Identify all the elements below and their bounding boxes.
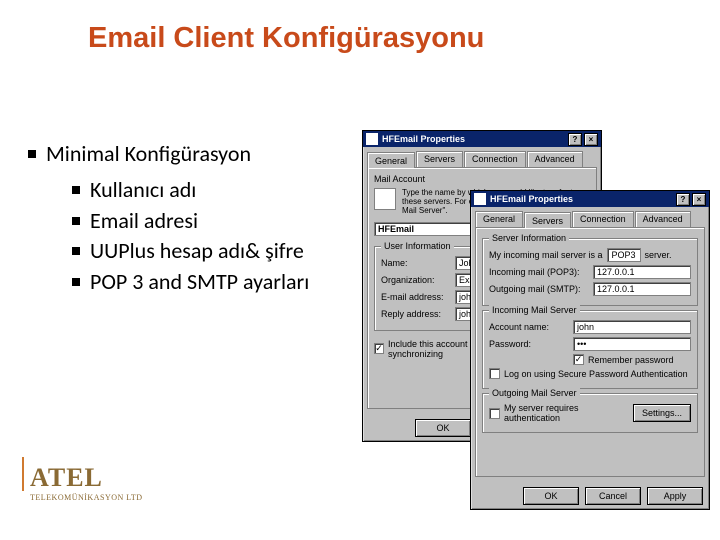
mail-account-icon bbox=[374, 188, 396, 210]
help-button[interactable]: ? bbox=[676, 193, 690, 206]
tab-servers[interactable]: Servers bbox=[416, 151, 463, 167]
incoming-label: Incoming mail (POP3): bbox=[489, 267, 589, 277]
remember-password-label: Remember password bbox=[588, 355, 674, 365]
server-information-group: Server Information My incoming mail serv… bbox=[482, 238, 698, 306]
bullet-square-icon bbox=[28, 150, 36, 158]
tab-strip: General Servers Connection Advanced bbox=[367, 151, 597, 167]
password-input[interactable]: ••• bbox=[573, 337, 691, 351]
sub-bullet: Kullanıcı adı bbox=[90, 176, 196, 203]
server-auth-checkbox[interactable] bbox=[489, 408, 500, 419]
server-type-suffix: server. bbox=[645, 250, 672, 260]
logo-bar-icon bbox=[22, 457, 24, 491]
cancel-button[interactable]: Cancel bbox=[585, 487, 641, 505]
window-title: HFEmail Properties bbox=[382, 134, 465, 144]
tab-advanced[interactable]: Advanced bbox=[635, 211, 691, 227]
password-label: Password: bbox=[489, 339, 569, 349]
ok-button[interactable]: OK bbox=[415, 419, 471, 437]
spa-checkbox[interactable] bbox=[489, 368, 500, 379]
tab-general[interactable]: General bbox=[367, 152, 415, 168]
logo-name: ATEL bbox=[30, 463, 143, 493]
main-bullet: Minimal Konfigürasyon bbox=[28, 140, 251, 167]
logo-subtitle: TELEKOMÜNİKASYON LTD bbox=[30, 493, 143, 502]
account-name-input[interactable]: john bbox=[573, 320, 691, 334]
tab-general[interactable]: General bbox=[475, 211, 523, 227]
tab-connection[interactable]: Connection bbox=[464, 151, 526, 167]
tab-advanced[interactable]: Advanced bbox=[527, 151, 583, 167]
settings-button[interactable]: Settings... bbox=[633, 404, 691, 422]
name-label: Name: bbox=[381, 258, 451, 268]
ok-button[interactable]: OK bbox=[523, 487, 579, 505]
spa-label: Log on using Secure Password Authenticat… bbox=[504, 369, 688, 379]
include-account-checkbox[interactable]: ✓ bbox=[374, 343, 384, 354]
help-button[interactable]: ? bbox=[568, 133, 582, 146]
dialog-properties-servers: HFEmail Properties ? × General Servers C… bbox=[470, 190, 710, 510]
incoming-input[interactable]: 127.0.0.1 bbox=[593, 265, 691, 279]
bullet-square-icon bbox=[72, 186, 80, 194]
sub-bullet-list: Kullanıcı adı Email adresi UUPlus hesap … bbox=[72, 176, 309, 298]
logo: ATEL TELEKOMÜNİKASYON LTD bbox=[30, 463, 143, 502]
close-button[interactable]: × bbox=[692, 193, 706, 206]
titlebar[interactable]: HFEmail Properties ? × bbox=[363, 131, 601, 147]
outgoing-mail-server-group: Outgoing Mail Server My server requires … bbox=[482, 393, 698, 433]
close-button[interactable]: × bbox=[584, 133, 598, 146]
main-bullet-text: Minimal Konfigürasyon bbox=[46, 140, 251, 167]
incoming-mail-server-group: Incoming Mail Server Account name: john … bbox=[482, 310, 698, 389]
server-type-value: POP3 bbox=[607, 248, 641, 262]
tab-pane: Server Information My incoming mail serv… bbox=[475, 227, 705, 477]
reply-label: Reply address: bbox=[381, 309, 451, 319]
remember-password-checkbox[interactable]: ✓ bbox=[573, 354, 584, 365]
bullet-square-icon bbox=[72, 217, 80, 225]
tab-servers[interactable]: Servers bbox=[524, 212, 571, 228]
tab-strip: General Servers Connection Advanced bbox=[475, 211, 705, 227]
server-type-label: My incoming mail server is a bbox=[489, 250, 603, 260]
apply-button[interactable]: Apply bbox=[647, 487, 703, 505]
mail-account-heading: Mail Account bbox=[374, 174, 590, 184]
incoming-mail-server-legend: Incoming Mail Server bbox=[489, 305, 580, 315]
tab-connection[interactable]: Connection bbox=[572, 211, 634, 227]
outgoing-label: Outgoing mail (SMTP): bbox=[489, 284, 589, 294]
sub-bullet: UUPlus hesap adı& şifre bbox=[90, 237, 304, 264]
bullet-square-icon bbox=[72, 278, 80, 286]
app-icon bbox=[366, 133, 378, 145]
dialog-button-row: OK Cancel Apply bbox=[471, 481, 709, 511]
page-title: Email Client Konfigürasyonu bbox=[88, 22, 484, 55]
sub-bullet: Email adresi bbox=[90, 207, 198, 234]
bullet-square-icon bbox=[72, 247, 80, 255]
window-title: HFEmail Properties bbox=[490, 194, 573, 204]
sub-bullet: POP 3 and SMTP ayarları bbox=[90, 268, 309, 295]
server-information-legend: Server Information bbox=[489, 233, 569, 243]
outgoing-mail-server-legend: Outgoing Mail Server bbox=[489, 388, 580, 398]
user-information-legend: User Information bbox=[381, 241, 454, 251]
titlebar[interactable]: HFEmail Properties ? × bbox=[471, 191, 709, 207]
organization-label: Organization: bbox=[381, 275, 451, 285]
server-auth-label: My server requires authentication bbox=[504, 403, 629, 423]
app-icon bbox=[474, 193, 486, 205]
email-label: E-mail address: bbox=[381, 292, 451, 302]
outgoing-input[interactable]: 127.0.0.1 bbox=[593, 282, 691, 296]
account-name-label: Account name: bbox=[489, 322, 569, 332]
